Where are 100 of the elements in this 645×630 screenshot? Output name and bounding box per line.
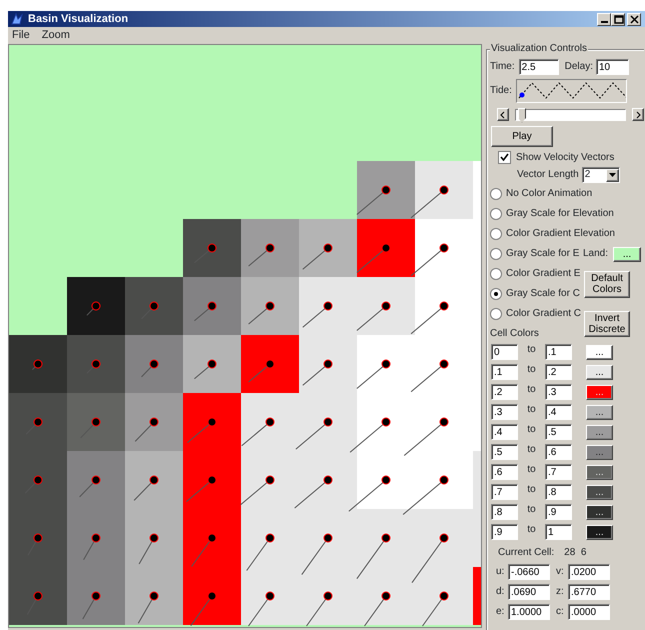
range-from-field[interactable]: .5 [491, 444, 518, 460]
vectors-checkbox[interactable] [498, 151, 511, 164]
vector-length-dropdown[interactable]: 2 [582, 167, 620, 183]
velocity-vector [138, 592, 158, 624]
velocity-vector [186, 476, 216, 502]
velocity-vector [32, 360, 42, 370]
color-mode-radio[interactable] [490, 188, 502, 200]
cell-color-button[interactable]: ... [586, 464, 613, 480]
velocity-vector [356, 534, 390, 580]
range-to-field[interactable]: .8 [545, 484, 572, 500]
velocity-vector [241, 418, 274, 446]
velocity-vector [246, 534, 274, 571]
range-separator: to [526, 504, 537, 516]
readout-field[interactable]: .0690 [508, 584, 550, 600]
field-label: Vector Length [517, 169, 579, 181]
readout-field[interactable]: .6770 [568, 584, 610, 600]
scroll-right-button[interactable] [632, 108, 644, 121]
default-colors-button[interactable]: Default Colors [584, 270, 630, 298]
velocity-vector [194, 244, 216, 264]
range-from-field[interactable]: .9 [491, 524, 518, 540]
color-mode-radio[interactable] [490, 228, 502, 240]
readout-field[interactable]: -.0660 [508, 564, 550, 580]
range-to-field[interactable]: .2 [545, 364, 572, 380]
velocity-vector [410, 302, 448, 334]
range-separator: to [526, 424, 537, 436]
velocity-vector [248, 244, 274, 266]
menu-item[interactable]: File [12, 29, 30, 42]
slider-thumb[interactable] [518, 108, 526, 122]
velocity-vector [134, 476, 158, 501]
range-to-field[interactable]: .4 [545, 404, 572, 420]
maximize-button[interactable] [611, 12, 625, 26]
cell-color-button[interactable]: ... [586, 444, 613, 460]
readout-field[interactable]: 1.0000 [508, 604, 550, 620]
cell-color-button[interactable]: ... [586, 524, 613, 540]
velocity-vector [348, 476, 390, 512]
radio-label: Color Gradient C [506, 308, 582, 320]
velocity-vector [79, 476, 100, 498]
color-mode-radio[interactable] [490, 308, 502, 320]
range-to-field[interactable]: 1 [545, 524, 572, 540]
velocity-vector [26, 592, 42, 616]
velocity-vector [191, 534, 216, 567]
app-icon [10, 12, 24, 26]
invert-discrete-button[interactable]: Invert Discrete [584, 311, 630, 337]
range-to-field[interactable]: .6 [545, 444, 572, 460]
color-mode-radio[interactable] [490, 268, 502, 280]
range-from-field[interactable]: .3 [491, 404, 518, 420]
range-from-field[interactable]: .8 [491, 504, 518, 520]
velocity-vector [404, 418, 448, 456]
field-label: Time: [490, 61, 515, 73]
range-from-field[interactable]: .4 [491, 424, 518, 440]
play-button[interactable]: Play [491, 126, 553, 147]
cell-color-button[interactable]: ... [586, 344, 613, 360]
cell-color-button[interactable]: ... [586, 484, 613, 500]
velocity-vector [402, 476, 448, 515]
velocity-vector [410, 186, 448, 218]
field-label: d: [496, 586, 506, 598]
readout-field[interactable]: .0200 [568, 564, 610, 580]
range-to-field[interactable]: .7 [545, 464, 572, 480]
scroll-left-button[interactable] [497, 108, 509, 121]
range-to-field[interactable]: .1 [545, 344, 572, 360]
field-label: z: [556, 586, 565, 598]
velocity-vector [248, 302, 274, 324]
land-color-button[interactable]: ... [613, 246, 641, 262]
cell-color-button[interactable]: ... [586, 364, 613, 380]
velocity-vector [248, 360, 274, 382]
cell-color-button[interactable]: ... [586, 404, 613, 420]
velocity-vector [141, 360, 158, 378]
velocity-vector [356, 360, 390, 389]
color-mode-radio[interactable] [490, 288, 502, 300]
color-mode-radio[interactable] [490, 208, 502, 220]
range-from-field[interactable]: .1 [491, 364, 518, 380]
window-title: Basin Visualization [28, 13, 130, 25]
field-label: Tide: [490, 85, 512, 97]
close-icon [628, 14, 640, 24]
range-from-field[interactable]: .6 [491, 464, 518, 480]
time-field[interactable]: 2.5 [518, 59, 559, 75]
range-separator: to [526, 404, 537, 416]
menu-item[interactable]: Zoom [42, 29, 70, 42]
velocity-vector [24, 476, 42, 494]
minimize-button[interactable] [597, 12, 611, 26]
range-to-field[interactable]: .9 [545, 504, 572, 520]
cell-color-button[interactable]: ... [586, 504, 613, 520]
range-from-field[interactable]: .7 [491, 484, 518, 500]
close-button[interactable] [627, 12, 641, 26]
velocity-vector [410, 360, 448, 392]
slider-track[interactable] [514, 108, 626, 120]
range-from-field[interactable]: 0 [491, 344, 518, 360]
color-mode-radio[interactable] [490, 248, 502, 260]
cell-color-button[interactable]: ... [586, 424, 613, 440]
range-separator: to [526, 344, 537, 356]
range-to-field[interactable]: .3 [545, 384, 572, 400]
field-label: c: [556, 606, 565, 618]
velocity-vector [138, 534, 158, 564]
delay-field[interactable]: 10 [596, 59, 629, 75]
dropdown-arrow-icon [608, 173, 616, 177]
velocity-vector [194, 302, 216, 322]
readout-field[interactable]: .0000 [568, 604, 610, 620]
minimize-icon [600, 20, 608, 22]
range-from-field[interactable]: .2 [491, 384, 518, 400]
range-to-field[interactable]: .5 [545, 424, 572, 440]
